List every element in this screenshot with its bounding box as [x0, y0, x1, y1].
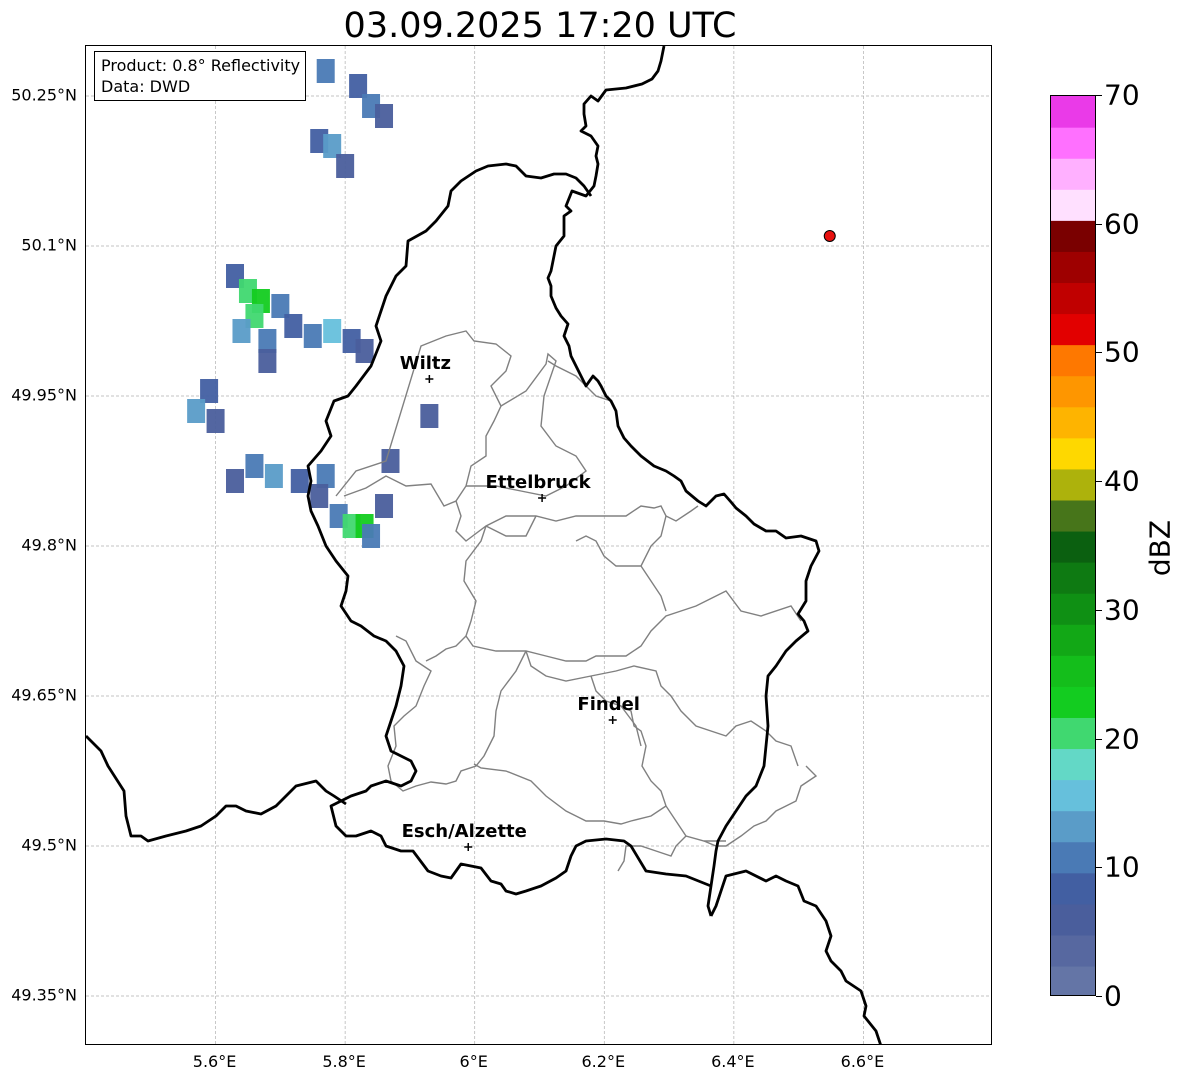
x-tick-label: 6.2°E [581, 1052, 626, 1071]
radar-echo-cell [336, 154, 355, 178]
city-label: Esch/Alzette [402, 821, 527, 842]
radar-echo-cell [258, 349, 277, 373]
colorbar-tick-label: 70 [1104, 78, 1140, 112]
radar-echo-cell [284, 314, 303, 338]
colorbar-segment [1051, 903, 1095, 936]
colorbar-segment [1051, 251, 1095, 284]
radar-echo-cell [303, 324, 322, 348]
colorbar-segment [1051, 437, 1095, 470]
city-label: Ettelbruck [486, 472, 592, 493]
colorbar-tick-mark [1096, 481, 1102, 483]
colorbar-label: dBZ [1143, 519, 1177, 577]
y-tick-label: 49.8°N [21, 535, 77, 555]
radar-echo-cell [362, 524, 381, 548]
colorbar-segment [1051, 655, 1095, 687]
colorbar-segment [1051, 965, 1095, 995]
colorbar-segment [1051, 872, 1095, 905]
colorbar-tick-mark [1096, 867, 1102, 869]
radar-echo-cell [206, 409, 225, 433]
x-tick-label: 6°E [459, 1052, 488, 1071]
colorbar-segment [1051, 841, 1095, 874]
colorbar-segment [1051, 810, 1095, 843]
colorbar [1050, 95, 1096, 996]
colorbar-tick-label: 30 [1104, 593, 1140, 627]
y-tick-label: 49.65°N [11, 685, 77, 705]
radar-echo-cell [420, 404, 439, 428]
colorbar-segment [1051, 717, 1095, 750]
radar-site-marker [823, 230, 836, 242]
radar-echo-cell [323, 319, 342, 343]
radar-echo-cell [226, 469, 245, 493]
colorbar-tick-label: 40 [1104, 464, 1140, 498]
colorbar-segment [1051, 344, 1095, 377]
gridlines [86, 46, 991, 1044]
radar-echo-cell [355, 339, 374, 363]
product-label: Product: 0.8° Reflectivity [101, 56, 301, 75]
y-tick-label: 49.95°N [11, 385, 77, 405]
x-tick-label: 5.6°E [192, 1052, 237, 1071]
colorbar-segment [1051, 189, 1095, 221]
colorbar-gradient [1051, 96, 1095, 995]
colorbar-segment [1051, 313, 1095, 346]
colorbar-segment [1051, 562, 1095, 594]
x-tick-label: 5.8°E [322, 1052, 366, 1071]
colorbar-tick-mark [1096, 352, 1102, 354]
x-tick-label: 6.6°E [840, 1052, 885, 1071]
colorbar-segment [1051, 158, 1095, 190]
radar-echo-cell [310, 484, 329, 508]
colorbar-tick-label: 10 [1104, 850, 1140, 884]
colorbar-tick-mark [1096, 996, 1102, 997]
country-border [86, 46, 882, 1044]
colorbar-tick-mark [1096, 95, 1102, 96]
radar-echoes [187, 59, 439, 548]
city-label: Findel [577, 694, 640, 715]
colorbar-tick-mark [1096, 223, 1102, 225]
colorbar-segment [1051, 593, 1095, 625]
colorbar-tick-mark [1096, 609, 1102, 611]
radar-echo-cell [290, 469, 309, 493]
y-tick-label: 49.5°N [21, 835, 77, 855]
radar-echo-cell [187, 399, 206, 423]
radar-echo-cell [316, 59, 335, 83]
radar-echo-cell [375, 104, 394, 128]
colorbar-segment [1051, 779, 1095, 812]
colorbar-tick-label: 0 [1104, 979, 1122, 1013]
city-label: Wiltz [400, 353, 451, 374]
radar-echo-cell [232, 319, 251, 343]
colorbar-segment [1051, 499, 1095, 532]
colorbar-segment [1051, 282, 1095, 315]
colorbar-segment [1051, 624, 1095, 656]
radar-site-layer [823, 230, 836, 242]
colorbar-segment [1051, 748, 1095, 781]
colorbar-segment [1051, 406, 1095, 439]
y-tick-label: 50.1°N [21, 235, 77, 255]
map-canvas[interactable]: Wiltz Ettelbruck Findel Esch/Alzette [86, 46, 992, 1045]
y-tick-label: 49.35°N [11, 985, 77, 1005]
canton-boundaries [335, 330, 818, 872]
colorbar-tick-label: 20 [1104, 722, 1140, 756]
colorbar-segment [1051, 127, 1095, 159]
map-title: 03.09.2025 17:20 UTC [343, 6, 737, 46]
product-info-box: Product: 0.8° Reflectivity Data: DWD [94, 51, 307, 101]
colorbar-segment [1051, 934, 1095, 967]
map-panel[interactable]: Wiltz Ettelbruck Findel Esch/Alzette [85, 45, 992, 1045]
colorbar-tick-mark [1096, 738, 1102, 740]
colorbar-segment [1051, 686, 1095, 718]
x-tick-label: 6.4°E [711, 1052, 755, 1071]
colorbar-segment [1051, 375, 1095, 408]
colorbar-segment [1051, 468, 1095, 501]
radar-echo-cell [375, 494, 394, 518]
data-source-label: Data: DWD [101, 77, 191, 96]
radar-echo-cell [264, 464, 283, 488]
colorbar-tick-label: 50 [1104, 335, 1140, 369]
colorbar-segment [1051, 530, 1095, 563]
colorbar-tick-label: 60 [1104, 207, 1140, 241]
colorbar-segment [1051, 96, 1095, 128]
radar-echo-cell [245, 454, 264, 478]
y-tick-label: 50.25°N [11, 85, 77, 105]
colorbar-segment [1051, 220, 1095, 252]
